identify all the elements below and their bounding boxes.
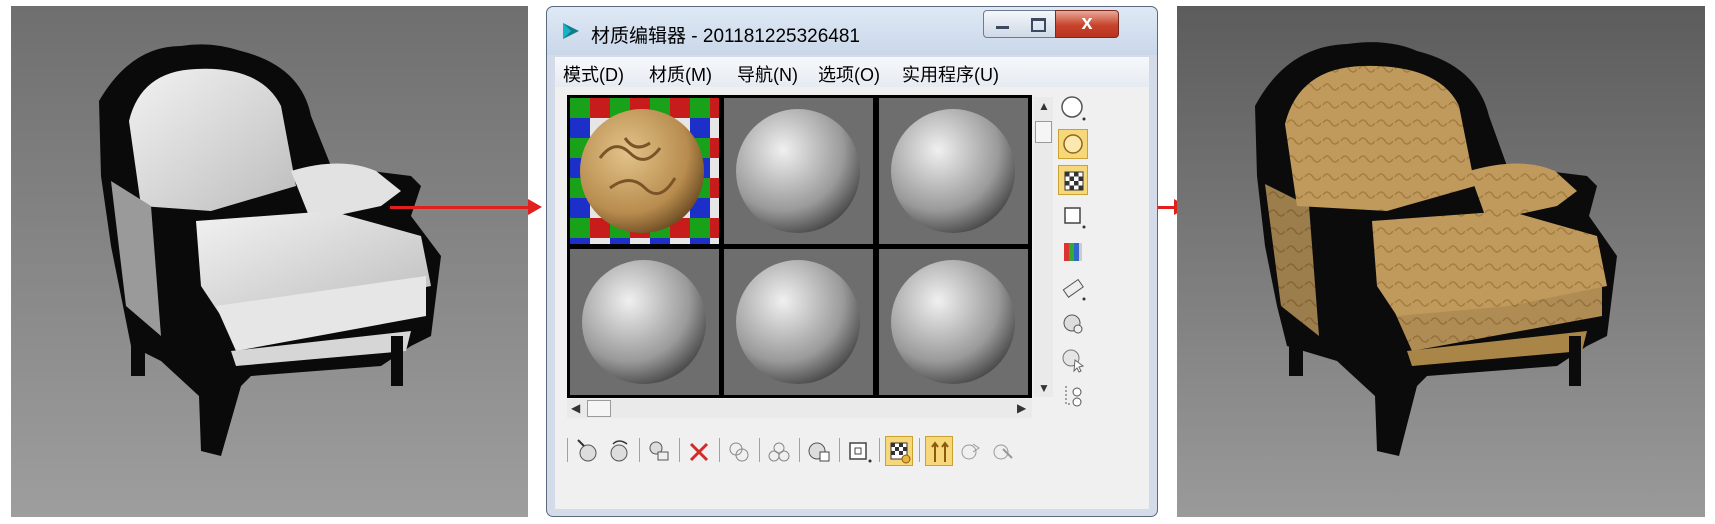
horizontal-scroll-thumb[interactable]	[587, 400, 611, 417]
reset-map-button[interactable]	[685, 436, 713, 466]
make-preview-button[interactable]	[1058, 273, 1088, 303]
editor-client-area: ▲ ▼ ◀ ▶	[555, 87, 1149, 509]
video-color-check-icon	[1064, 243, 1082, 261]
get-material-button[interactable]	[573, 436, 601, 466]
maximize-button[interactable]	[1020, 10, 1056, 38]
background-button[interactable]	[1058, 165, 1088, 195]
vertical-scroll-thumb[interactable]	[1035, 121, 1052, 143]
sample-slot-6[interactable]	[879, 249, 1028, 395]
gray-sphere-preview	[891, 260, 1015, 384]
arrow-to-editor	[390, 199, 542, 215]
sample-slot-2[interactable]	[724, 98, 873, 244]
menu-navigation[interactable]: 导航(N)	[737, 61, 798, 87]
options-icon	[1063, 314, 1083, 334]
menu-utilities[interactable]: 实用程序(U)	[902, 61, 999, 87]
show-end-result-icon	[890, 442, 911, 464]
title-bar[interactable]: 材质编辑器 - 201181225326481 x	[547, 7, 1157, 55]
go-to-sibling-button[interactable]	[989, 436, 1017, 466]
menu-bar: 模式(D) 材质(M) 导航(N) 选项(O) 实用程序(U)	[555, 57, 1149, 88]
get-material-icon	[577, 439, 597, 462]
minimize-icon	[996, 26, 1009, 29]
gray-sphere-preview	[582, 260, 706, 384]
make-preview-icon	[1062, 278, 1086, 301]
scroll-up-icon[interactable]: ▲	[1038, 99, 1050, 113]
sample-type-button[interactable]	[1058, 93, 1088, 123]
backlight-icon	[1063, 134, 1083, 154]
sample-uv-tiling-icon	[1064, 207, 1086, 229]
menu-mode[interactable]: 模式(D)	[563, 61, 624, 87]
options-button[interactable]	[1058, 309, 1088, 339]
textured-chair-viewport	[1177, 6, 1705, 517]
maximize-icon	[1031, 18, 1046, 32]
go-to-sibling-icon	[993, 444, 1013, 460]
untextured-chair-viewport	[11, 6, 528, 517]
minimize-button[interactable]	[983, 10, 1021, 38]
sample-type-sphere-icon	[1061, 96, 1086, 121]
select-by-material-icon	[1062, 349, 1085, 373]
show-shaded-map-icon	[849, 442, 872, 463]
assign-to-selection-icon	[649, 441, 669, 461]
scroll-down-icon[interactable]: ▼	[1038, 381, 1050, 395]
sample-uv-tiling-button[interactable]	[1058, 201, 1088, 231]
select-by-material-button[interactable]	[1058, 345, 1088, 375]
video-color-check-button[interactable]	[1058, 237, 1088, 267]
put-to-scene-button[interactable]	[605, 436, 633, 466]
put-to-library-button[interactable]	[765, 436, 793, 466]
scroll-right-icon[interactable]: ▶	[1017, 401, 1026, 415]
material-map-navigator-icon	[1065, 386, 1082, 407]
go-forward-to-sibling-button[interactable]	[957, 436, 985, 466]
white-armchair-render	[99, 44, 441, 456]
menu-options[interactable]: 选项(O)	[818, 61, 880, 87]
go-to-parent-button[interactable]	[925, 436, 953, 466]
fabric-sphere-preview	[570, 98, 719, 244]
show-shaded-map-button[interactable]	[845, 436, 873, 466]
sample-slot-4[interactable]	[570, 249, 719, 395]
sample-slot-1[interactable]	[570, 98, 719, 244]
menu-material[interactable]: 材质(M)	[649, 61, 712, 87]
fabric-armchair-render	[1255, 42, 1617, 457]
sample-slots-grid	[567, 95, 1032, 398]
material-id-channel-icon	[808, 442, 830, 462]
vertical-scrollbar[interactable]: ▲ ▼	[1034, 97, 1053, 397]
scroll-left-icon[interactable]: ◀	[571, 401, 580, 415]
go-to-parent-icon	[931, 441, 949, 462]
checker-background-icon	[1064, 171, 1084, 191]
close-button[interactable]: x	[1055, 10, 1119, 38]
material-editor-window[interactable]: 材质编辑器 - 201181225326481 x 模式(D) 材质(M) 导航…	[546, 6, 1158, 517]
make-unique-button[interactable]	[725, 436, 753, 466]
material-id-channel-button[interactable]	[805, 436, 833, 466]
gray-sphere-preview	[736, 109, 860, 233]
3dsmax-app-icon	[563, 23, 579, 39]
reset-map-icon	[689, 442, 709, 462]
bottom-toolbar	[567, 432, 1137, 470]
show-end-result-button[interactable]	[885, 436, 913, 466]
sample-slot-3[interactable]	[879, 98, 1028, 244]
make-unique-icon	[729, 442, 749, 462]
assign-to-selection-button[interactable]	[645, 436, 673, 466]
backlight-button[interactable]	[1058, 129, 1088, 159]
close-icon: x	[1081, 12, 1093, 34]
gray-sphere-preview	[891, 109, 1015, 233]
gray-sphere-preview	[736, 260, 860, 384]
material-map-navigator-button[interactable]	[1058, 381, 1088, 411]
put-to-scene-icon	[610, 440, 628, 462]
window-title: 材质编辑器 - 201181225326481	[591, 26, 860, 47]
horizontal-scrollbar[interactable]: ◀ ▶	[567, 399, 1032, 418]
go-forward-to-sibling-icon	[961, 443, 980, 460]
put-to-library-icon	[768, 442, 790, 462]
sample-slot-5[interactable]	[724, 249, 873, 395]
